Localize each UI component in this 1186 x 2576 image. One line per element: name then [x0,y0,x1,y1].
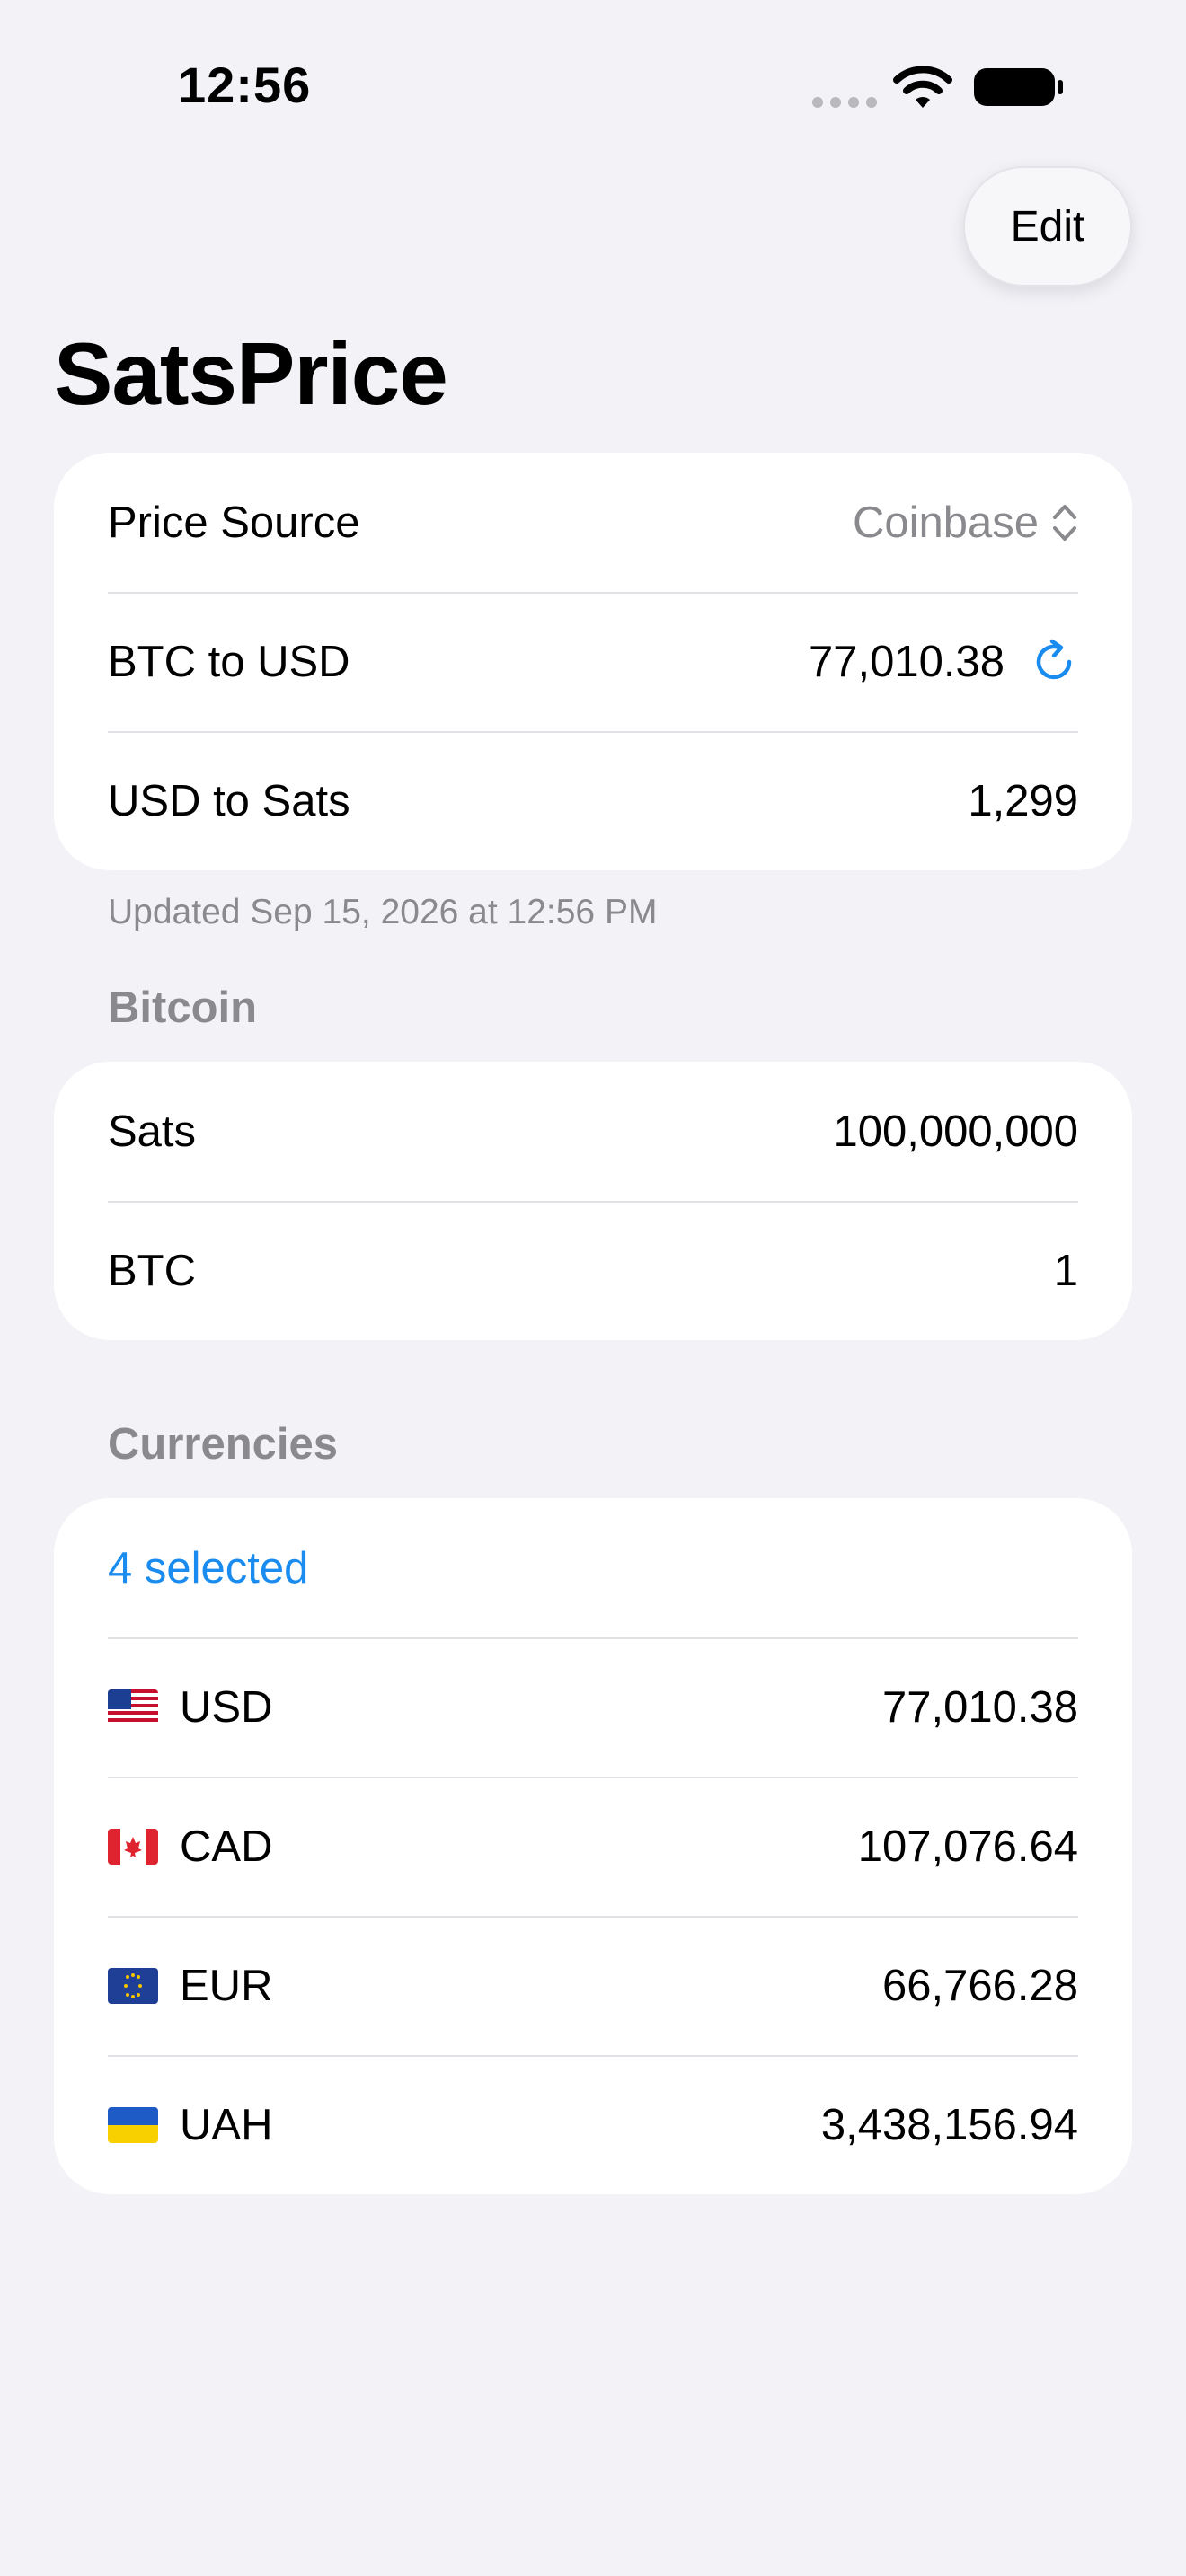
ua-flag-icon [108,2106,158,2143]
currency-code: USD [180,1682,273,1732]
currency-row-eur[interactable]: EUR 66,766.28 [54,1916,1132,2055]
currency-value[interactable]: 77,010.38 [882,1682,1078,1733]
btc-usd-value: 77,010.38 [809,637,1005,686]
refresh-icon[interactable] [1030,638,1078,686]
btc-value[interactable]: 1 [1054,1246,1078,1296]
currencies-selected-link[interactable]: 4 selected [108,1543,308,1593]
currency-row-usd[interactable]: USD 77,010.38 [54,1637,1132,1777]
btc-label: BTC [108,1246,196,1295]
us-flag-icon [108,1689,158,1725]
usd-sats-label: USD to Sats [108,776,350,825]
currencies-selected-row[interactable]: 4 selected [54,1498,1132,1637]
usd-sats-row: USD to Sats 1,299 [54,731,1132,870]
usd-sats-value: 1,299 [968,776,1078,825]
sats-label: Sats [108,1107,197,1156]
chevron-updown-icon [1053,504,1076,541]
currency-value[interactable]: 3,438,156.94 [821,2100,1078,2150]
edit-button[interactable]: Edit [963,166,1132,287]
cellular-signal-icon [812,97,877,108]
currency-code: EUR [180,1961,273,2010]
btc-usd-row: BTC to USD 77,010.38 [54,592,1132,731]
sats-value[interactable]: 100,000,000 [834,1107,1079,1157]
currency-code: UAH [180,2100,273,2149]
sats-row[interactable]: Sats 100,000,000 [54,1062,1132,1201]
price-source-picker[interactable]: Coinbase [853,498,1078,548]
page-title: SatsPrice [54,324,448,423]
currency-code: CAD [180,1822,273,1871]
currency-row-uah[interactable]: UAH 3,438,156.94 [54,2055,1132,2194]
currency-value[interactable]: 107,076.64 [858,1822,1078,1872]
updated-timestamp: Updated Sep 15, 2026 at 12:56 PM [108,893,658,931]
bitcoin-card: Sats 100,000,000 BTC 1 [54,1062,1132,1340]
btc-usd-label: BTC to USD [108,637,350,686]
price-source-row[interactable]: Price Source Coinbase [54,453,1132,592]
price-source-label: Price Source [108,498,360,547]
currencies-card: 4 selected USD 77,010.38 CAD 107,076.64 … [54,1498,1132,2194]
status-bar: 12:56 [0,0,1186,171]
battery-icon [974,68,1063,106]
currency-value[interactable]: 66,766.28 [882,1961,1078,2011]
bitcoin-section-header: Bitcoin [108,984,258,1032]
currency-row-cad[interactable]: CAD 107,076.64 [54,1777,1132,1916]
ca-flag-icon [108,1828,158,1865]
price-card: Price Source Coinbase BTC to USD 77,010.… [54,453,1132,870]
eu-flag-icon [108,1967,158,2004]
btc-row[interactable]: BTC 1 [54,1201,1132,1340]
currencies-section-header: Currencies [108,1420,339,1469]
status-time: 12:56 [178,57,312,113]
wifi-icon [893,66,952,108]
price-source-value: Coinbase [852,498,1039,547]
